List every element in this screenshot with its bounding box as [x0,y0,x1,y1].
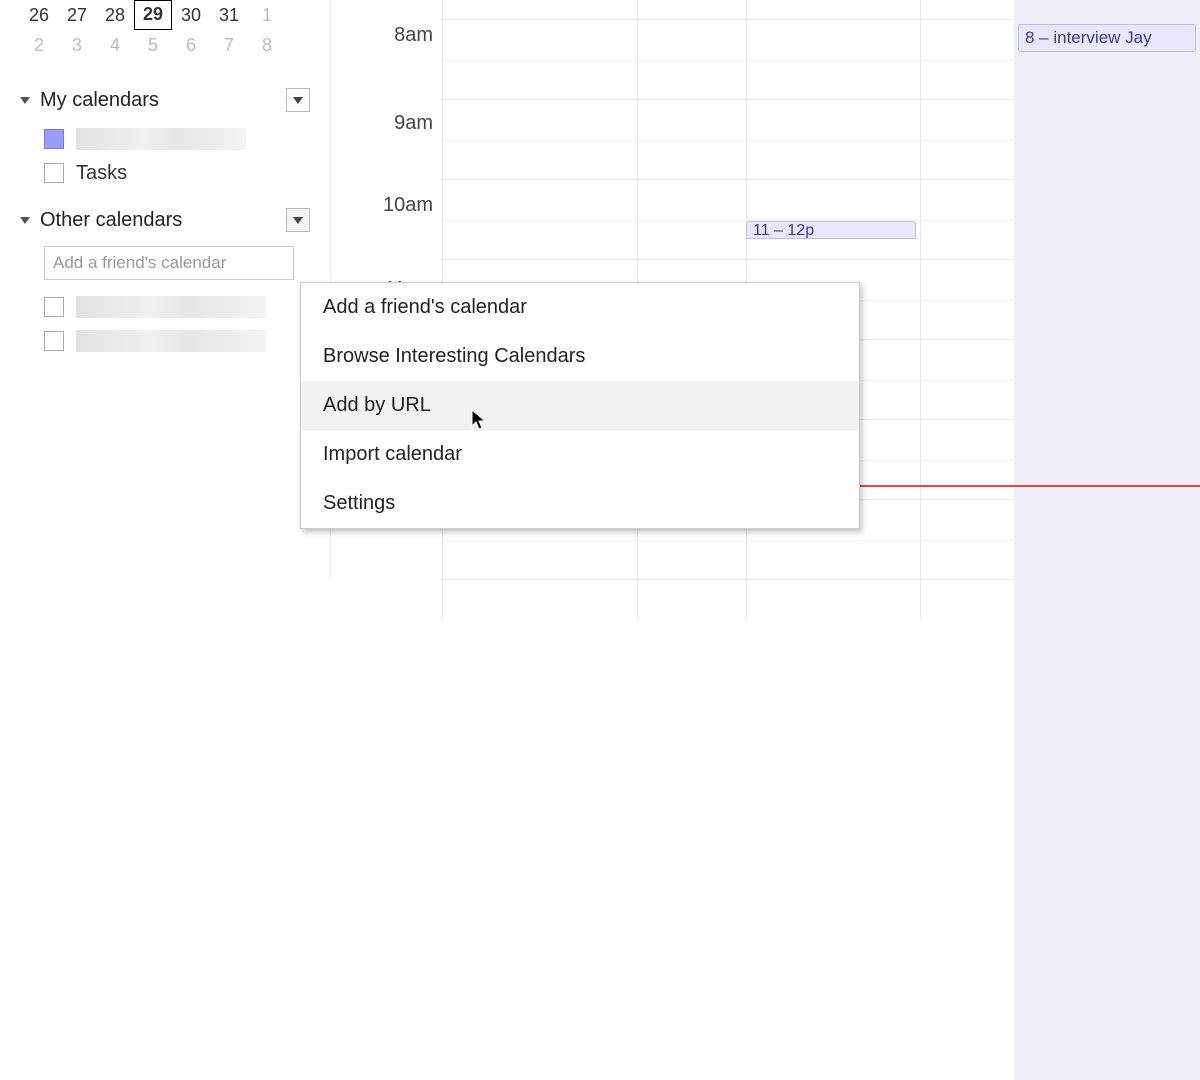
hour-label: 9am [394,112,433,135]
menu-import-calendar[interactable]: Import calendar [301,430,859,479]
hour-label: 8am [394,24,433,47]
menu-add-friends-calendar[interactable]: Add a friend's calendar [301,283,859,332]
minical-day[interactable]: 8 [248,30,286,60]
hour-label: 10am [383,194,433,217]
menu-settings[interactable]: Settings [301,479,859,528]
calendar-event[interactable]: 11 – 12p [746,221,916,239]
other-calendar-item[interactable] [44,324,330,358]
mini-calendar[interactable]: 19 20 21 22 23 24 25 26 27 28 29 30 31 1… [0,0,330,70]
other-calendar-item[interactable] [44,290,330,324]
other-calendars-toggle[interactable]: Other calendars [20,209,182,232]
minical-day[interactable]: 6 [172,30,210,60]
minical-day[interactable]: 5 [134,30,172,60]
menu-browse-interesting-calendars[interactable]: Browse Interesting Calendars [301,332,859,381]
my-calendars-menu-button[interactable] [286,88,310,112]
my-calendars-section: My calendars Tasks [20,88,310,190]
my-calendars-label: My calendars [40,89,159,112]
calendar-color-swatch [44,163,64,183]
calendar-item-primary[interactable] [44,122,310,156]
minical-day[interactable]: 1 [248,0,286,30]
minical-day[interactable]: 2 [20,30,58,60]
add-friend-calendar-input[interactable]: Add a friend's calendar [44,246,294,280]
calendar-color-swatch [44,331,64,351]
minical-day[interactable]: 26 [20,0,58,30]
calendar-name-redacted [76,128,246,150]
my-calendars-toggle[interactable]: My calendars [20,89,159,112]
caret-down-icon [293,217,303,224]
caret-down-icon [293,97,303,104]
menu-item-label: Add by URL [323,394,431,416]
today-column-highlight [1014,0,1200,1080]
other-calendars-section: Other calendars [20,208,310,232]
minical-day[interactable]: 4 [96,30,134,60]
minical-day[interactable]: 27 [58,0,96,30]
sidebar: 19 20 21 22 23 24 25 26 27 28 29 30 31 1… [0,0,330,579]
minical-day-today[interactable]: 29 [134,0,172,30]
other-calendars-dropdown-menu: Add a friend's calendar Browse Interesti… [300,282,860,529]
caret-down-icon [20,217,30,224]
calendar-color-swatch [44,297,64,317]
minical-day[interactable]: 30 [172,0,210,30]
minical-day[interactable]: 28 [96,0,134,30]
calendar-item-tasks[interactable]: Tasks [44,156,310,190]
caret-down-icon [20,97,30,104]
tasks-label: Tasks [76,162,127,185]
other-calendars-label: Other calendars [40,209,182,232]
calendar-event-allday[interactable]: 8 – interview Jay [1018,24,1196,52]
calendar-name-redacted [76,296,266,318]
calendar-name-redacted [76,330,266,352]
calendar-color-swatch [44,129,64,149]
menu-add-by-url[interactable]: Add by URL [301,381,859,430]
minical-day[interactable]: 31 [210,0,248,30]
minical-day[interactable]: 7 [210,30,248,60]
minical-day[interactable]: 3 [58,30,96,60]
other-calendars-menu-button[interactable] [286,208,310,232]
friend-input-placeholder: Add a friend's calendar [53,253,226,273]
